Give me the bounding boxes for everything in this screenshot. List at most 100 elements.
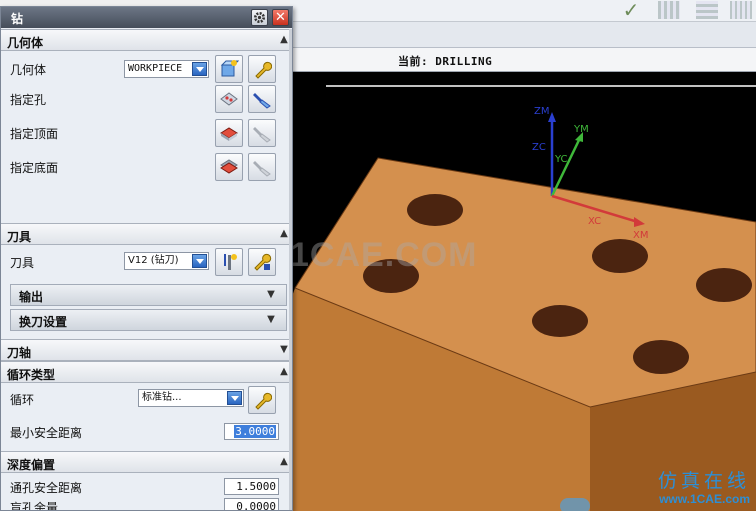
- confirm-check-icon[interactable]: ✓: [620, 0, 642, 20]
- edit-geometry-button[interactable]: [248, 55, 276, 83]
- hole-5: [532, 305, 588, 337]
- new-tool-button[interactable]: [215, 248, 243, 276]
- tool-change-subpanel[interactable]: 换刀设置 ▼: [10, 309, 287, 331]
- min-clearance-input[interactable]: 3.0000: [224, 423, 279, 440]
- watermark-corner: 仿真在线 www.1CAE.com: [658, 471, 750, 507]
- top-surface-icon: [220, 127, 238, 141]
- output-subpanel[interactable]: 输出 ▼: [10, 284, 287, 306]
- flashlight-icon: [253, 93, 271, 109]
- chevron-down-icon[interactable]: [192, 62, 207, 76]
- min-clearance-label: 最小安全距离: [10, 426, 83, 440]
- current-operation-label: 当前: DRILLING: [398, 55, 493, 68]
- y-axis: [550, 137, 582, 197]
- blind-stock-input[interactable]: 0.0000: [224, 498, 279, 511]
- hole-6: [633, 340, 689, 374]
- specify-holes-button[interactable]: [215, 85, 243, 113]
- wrench-icon: [255, 61, 272, 79]
- tool-select[interactable]: V12 (钻刀): [124, 252, 209, 270]
- cycle-label: 循环: [10, 393, 35, 407]
- section-depth-offset-header[interactable]: 深度偏置 ▲: [1, 451, 292, 473]
- dialog-content: 几何体 ▲ 几何体 WORKPIECE 指定孔 指定顶面 指定底面 刀具 ▲ 刀…: [1, 29, 292, 510]
- section-tool-header[interactable]: 刀具 ▲: [1, 223, 292, 245]
- tool-select-value: V12 (钻刀): [128, 255, 179, 266]
- section-geometry-header[interactable]: 几何体 ▲: [1, 29, 292, 51]
- edit-tool-button[interactable]: [248, 248, 276, 276]
- tool-label: 刀具: [10, 256, 35, 270]
- specify-bottom-label: 指定底面: [10, 161, 59, 175]
- dialog-scrollbar[interactable]: [289, 29, 292, 510]
- geometry-select[interactable]: WORKPIECE: [124, 60, 209, 78]
- hole-4: [696, 268, 752, 302]
- app-toolbar: ✓: [290, 0, 756, 22]
- current-operation-bar: 当前: DRILLING: [290, 48, 756, 72]
- hole-1: [407, 194, 463, 226]
- axis-label-zc: ZC: [532, 142, 546, 153]
- dialog-title: 钻: [11, 12, 24, 26]
- watermark-corner-title: 仿真在线: [657, 470, 750, 493]
- section-cycle-title: 循环类型: [7, 368, 56, 382]
- specify-bottom-button[interactable]: [215, 153, 243, 181]
- tool-change-title: 换刀设置: [19, 315, 68, 329]
- axis-label-zm: ZM: [534, 106, 549, 117]
- blind-stock-value: 0.0000: [236, 500, 276, 511]
- tool-wrench-icon: [254, 253, 272, 271]
- watermark-logo: [560, 498, 590, 511]
- dialog-titlebar[interactable]: 钻 ✕: [1, 7, 292, 28]
- chevron-down-icon[interactable]: ▼: [264, 288, 278, 302]
- watermark-corner-url: www.1CAE.com: [659, 492, 750, 507]
- output-title: 输出: [19, 290, 44, 304]
- specify-holes-label: 指定孔: [10, 93, 47, 107]
- flashlight-disabled-icon: [253, 161, 271, 177]
- graphics-viewport[interactable]: ZM ZC YM YC XC XM: [290, 72, 756, 511]
- section-tool-axis-title: 刀轴: [7, 346, 32, 360]
- new-geometry-button[interactable]: [215, 55, 243, 83]
- chevron-down-icon[interactable]: [192, 254, 207, 268]
- through-clearance-input[interactable]: 1.5000: [224, 478, 279, 495]
- edit-cycle-button[interactable]: [248, 386, 276, 414]
- wrench-icon: [255, 392, 272, 410]
- section-depth-offset-title: 深度偏置: [7, 458, 56, 472]
- axis-label-yc: YC: [554, 154, 568, 165]
- chevron-down-icon[interactable]: [227, 391, 242, 405]
- display-top-button: [248, 119, 276, 147]
- through-clearance-label: 通孔安全距离: [10, 481, 83, 495]
- section-depth-offset-body: 通孔安全距离 1.5000 盲孔余量 0.0000: [10, 473, 287, 511]
- new-geometry-icon: [220, 60, 239, 77]
- hole-3: [592, 239, 648, 273]
- blind-stock-label: 盲孔余量: [10, 501, 59, 511]
- min-clearance-value: 3.0000: [234, 425, 276, 438]
- section-cycle-body: 循环 标准钻... 最小安全距离 3.0000: [10, 383, 287, 449]
- through-clearance-value: 1.5000: [236, 480, 276, 493]
- section-tool-axis-header[interactable]: 刀轴 ▼: [1, 339, 292, 361]
- bottom-surface-icon: [220, 159, 238, 174]
- toolbar-list-icon[interactable]: [696, 1, 718, 19]
- section-cycle-header[interactable]: 循环类型 ▲: [1, 361, 292, 383]
- app-secondary-toolbar: [290, 22, 756, 48]
- specify-top-button[interactable]: [215, 119, 243, 147]
- close-icon: ✕: [275, 10, 286, 25]
- new-tool-icon: [224, 254, 237, 270]
- cycle-select-value: 标准钻...: [142, 392, 182, 403]
- axis-label-xm: XM: [633, 230, 648, 241]
- gear-icon: [254, 12, 265, 23]
- part-model: ZM ZC YM YC XC XM: [290, 85, 756, 511]
- drill-dialog: 钻 ✕ 几何体 ▲ 几何体 WORKPIECE 指定孔 指定顶面 指定底面 刀具…: [0, 6, 293, 511]
- display-bottom-button: [248, 153, 276, 181]
- section-tool-body: 刀具 V12 (钻刀) 输出 ▼ 换刀设置 ▼: [10, 245, 287, 331]
- axis-label-ym: YM: [573, 124, 589, 135]
- specify-top-label: 指定顶面: [10, 127, 59, 141]
- toolbar-table-icon[interactable]: [730, 1, 752, 19]
- cycle-select[interactable]: 标准钻...: [138, 389, 244, 407]
- watermark-text: 1CAE.COM: [290, 236, 478, 274]
- geometry-select-value: WORKPIECE: [128, 63, 183, 74]
- chevron-down-icon[interactable]: ▼: [264, 313, 278, 327]
- axis-label-xc: XC: [588, 216, 601, 227]
- section-tool-title: 刀具: [7, 230, 32, 244]
- geometry-label: 几何体: [10, 63, 47, 77]
- display-holes-button[interactable]: [248, 85, 276, 113]
- toolbar-grid-icon[interactable]: [658, 1, 680, 19]
- section-geometry-title: 几何体: [7, 36, 44, 50]
- holes-icon: [220, 92, 238, 106]
- settings-gear-button[interactable]: [251, 9, 268, 26]
- close-button[interactable]: ✕: [272, 9, 289, 26]
